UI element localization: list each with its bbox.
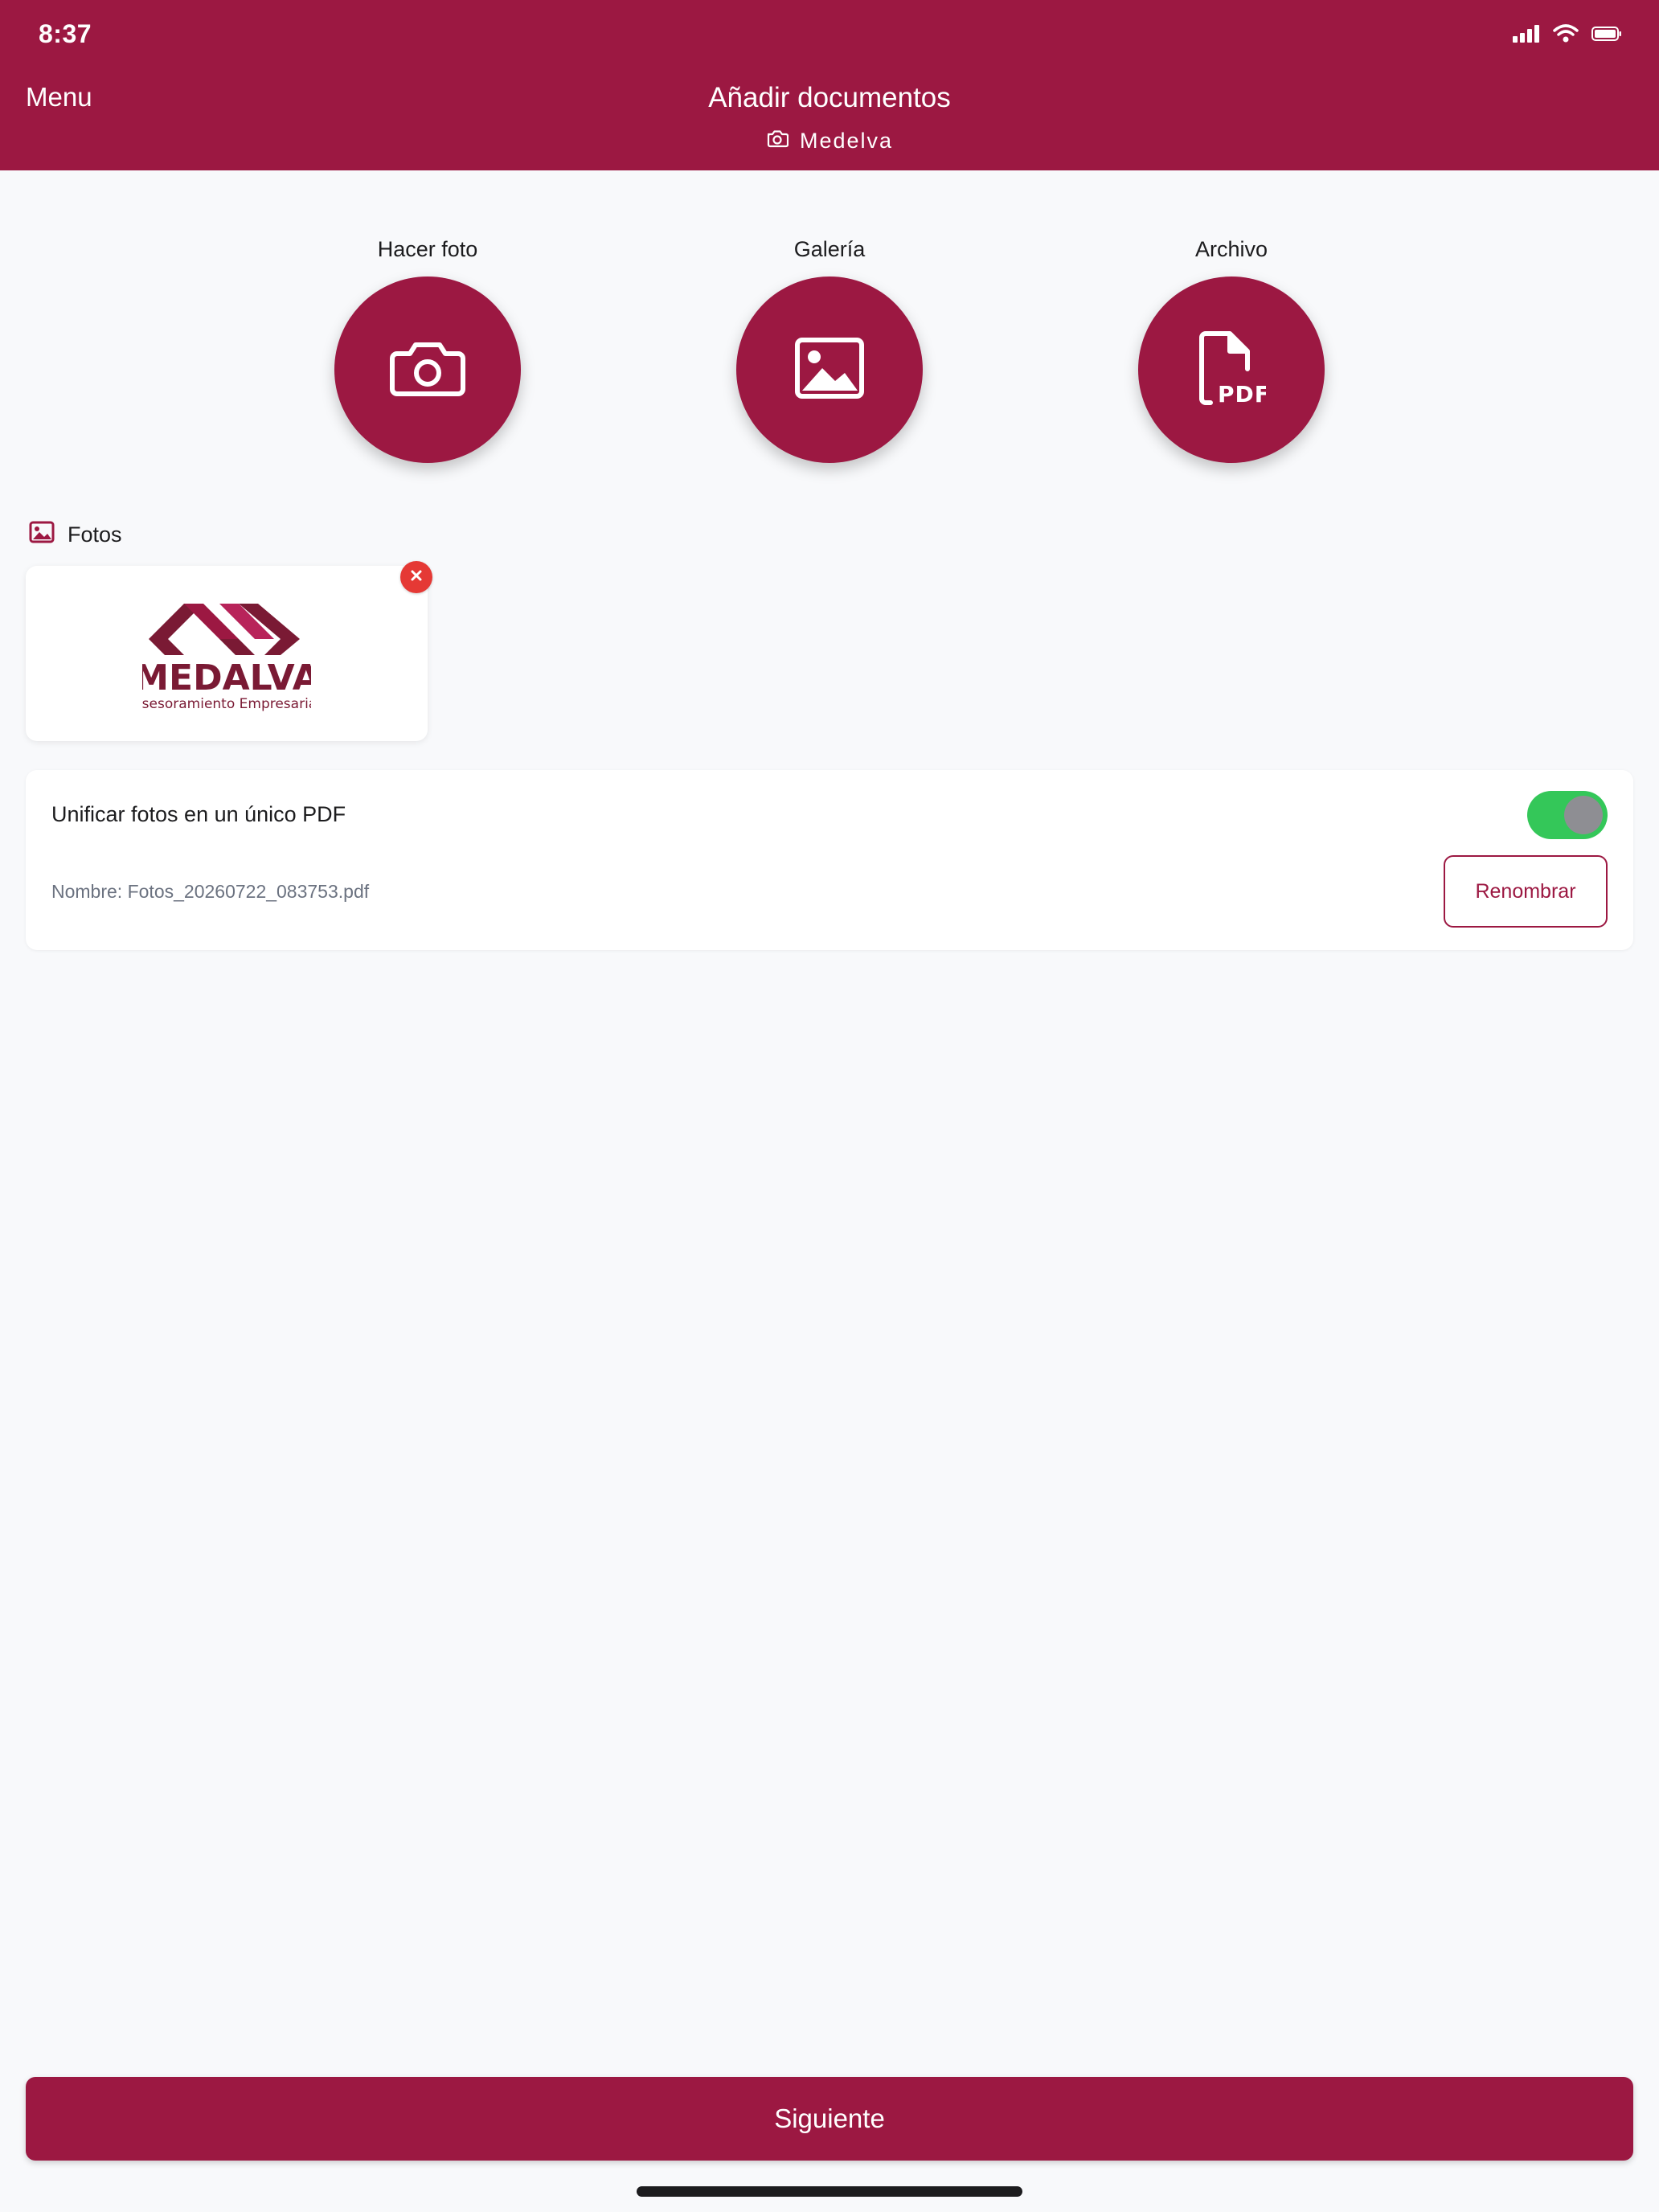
status-icons (1513, 24, 1622, 43)
pdf-icon-text: PDF (1218, 381, 1266, 405)
company-subtitle: Medelva (0, 129, 1659, 154)
logo-tagline: Asesoramiento Empresarial (142, 696, 311, 712)
photo-thumbnail[interactable]: MEDALVA Asesoramiento Empresarial (26, 566, 428, 741)
pdf-file-icon: PDF (1197, 330, 1270, 409)
gallery-button[interactable] (736, 276, 923, 463)
close-icon (410, 569, 423, 586)
battery-icon (1591, 26, 1622, 42)
remove-photo-button[interactable] (400, 561, 432, 593)
image-icon (795, 337, 864, 403)
logo-name: MEDALVA (142, 657, 311, 698)
gallery-action: Galería (725, 233, 934, 463)
take-photo-action: Hacer foto (323, 233, 532, 463)
photos-section-header: Fotos (29, 521, 122, 549)
file-button[interactable]: PDF (1138, 276, 1325, 463)
camera-icon (389, 336, 466, 404)
company-name: Medelva (799, 129, 894, 153)
wifi-icon (1553, 24, 1579, 43)
gallery-label: Galería (793, 237, 866, 261)
header: 8:37 Menu Añadir documentos Medelva (0, 0, 1659, 170)
pdf-file-name: Nombre: Fotos_20260722_083753.pdf (51, 881, 370, 902)
home-indicator (637, 2186, 1022, 2197)
cellular-signal-icon (1513, 25, 1540, 43)
screen: 8:37 Menu Añadir documentos Medelva Hace… (0, 0, 1659, 2212)
camera-small-icon (766, 129, 789, 154)
next-button[interactable]: Siguiente (26, 2077, 1633, 2161)
unify-pdf-toggle[interactable] (1527, 791, 1608, 839)
unify-pdf-label: Unificar fotos en un único PDF (51, 802, 346, 826)
file-action: Archivo PDF (1127, 233, 1336, 463)
rename-button[interactable]: Renombrar (1444, 855, 1608, 928)
toggle-knob (1564, 796, 1603, 834)
photos-icon (29, 521, 55, 549)
unify-pdf-card: Unificar fotos en un único PDF Nombre: F… (26, 770, 1633, 950)
photos-section-label: Fotos (68, 522, 122, 547)
file-label: Archivo (1194, 237, 1268, 261)
take-photo-button[interactable] (334, 276, 521, 463)
medalva-logo: MEDALVA Asesoramiento Empresarial (142, 604, 311, 712)
status-time: 8:37 (39, 19, 92, 48)
take-photo-label: Hacer foto (377, 237, 478, 261)
page-title: Añadir documentos (708, 82, 951, 113)
